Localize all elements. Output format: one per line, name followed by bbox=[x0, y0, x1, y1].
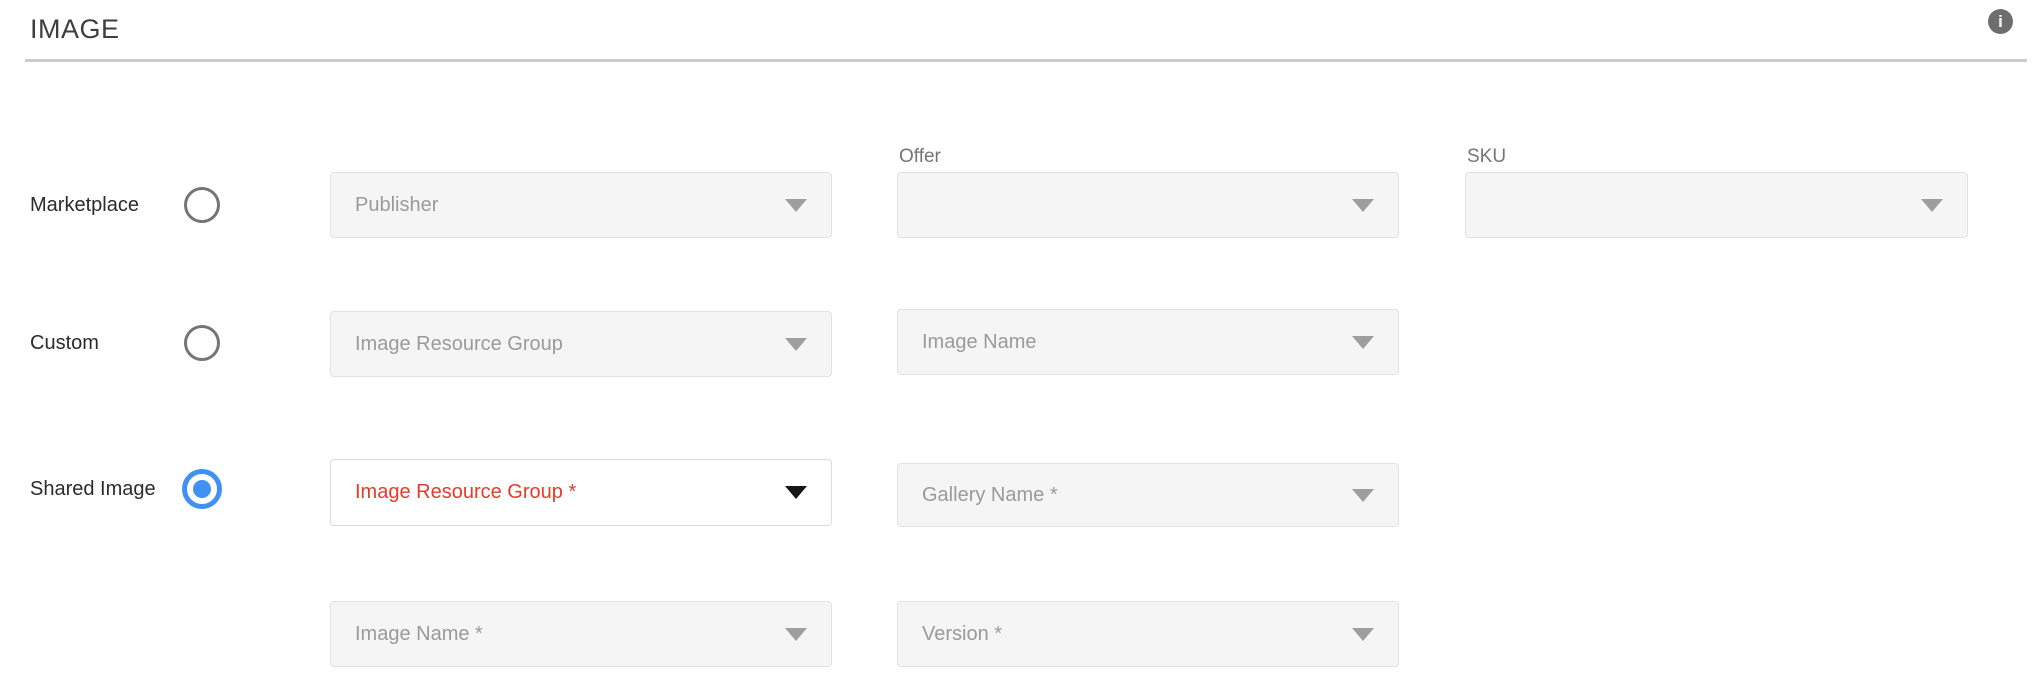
publisher-placeholder: Publisher bbox=[355, 194, 438, 217]
custom-option-label: Custom bbox=[30, 331, 99, 355]
radio-custom[interactable] bbox=[184, 325, 220, 361]
custom-image-resource-group-dropdown[interactable]: Image Resource Group bbox=[330, 311, 832, 377]
version-dropdown[interactable]: Version * bbox=[897, 601, 1399, 667]
shared-image-name-dropdown[interactable]: Image Name * bbox=[330, 601, 832, 667]
chevron-down-icon bbox=[1352, 489, 1374, 502]
chevron-down-icon bbox=[785, 199, 807, 212]
chevron-down-icon bbox=[785, 628, 807, 641]
custom-image-name-placeholder: Image Name bbox=[922, 331, 1037, 354]
gallery-name-placeholder: Gallery Name * bbox=[922, 484, 1058, 507]
info-icon-glyph: i bbox=[1998, 12, 2003, 31]
offer-dropdown[interactable] bbox=[897, 172, 1399, 238]
info-icon[interactable]: i bbox=[1988, 9, 2013, 34]
sku-label: SKU bbox=[1467, 146, 1506, 168]
radio-marketplace[interactable] bbox=[184, 187, 220, 223]
publisher-dropdown[interactable]: Publisher bbox=[330, 172, 832, 238]
chevron-down-icon bbox=[1352, 199, 1374, 212]
image-form-section: IMAGE i Marketplace Publisher Offer SKU … bbox=[0, 0, 2044, 686]
shared-image-resource-group-dropdown[interactable]: Image Resource Group * bbox=[330, 459, 832, 526]
sku-dropdown[interactable] bbox=[1465, 172, 1968, 238]
version-placeholder: Version * bbox=[922, 623, 1002, 646]
chevron-down-icon bbox=[1921, 199, 1943, 212]
shared-image-name-placeholder: Image Name * bbox=[355, 623, 483, 646]
section-title: IMAGE bbox=[30, 14, 120, 45]
gallery-name-dropdown[interactable]: Gallery Name * bbox=[897, 463, 1399, 527]
shared-image-resource-group-placeholder: Image Resource Group * bbox=[355, 481, 576, 504]
chevron-down-icon bbox=[1352, 628, 1374, 641]
header-divider bbox=[25, 59, 2027, 62]
shared-image-option-label: Shared Image bbox=[30, 477, 156, 501]
radio-shared-image[interactable] bbox=[182, 469, 222, 509]
chevron-down-icon bbox=[785, 486, 807, 499]
chevron-down-icon bbox=[1352, 336, 1374, 349]
custom-image-resource-group-placeholder: Image Resource Group bbox=[355, 333, 563, 356]
custom-image-name-dropdown[interactable]: Image Name bbox=[897, 309, 1399, 375]
offer-label: Offer bbox=[899, 146, 941, 168]
chevron-down-icon bbox=[785, 338, 807, 351]
marketplace-option-label: Marketplace bbox=[30, 193, 139, 217]
